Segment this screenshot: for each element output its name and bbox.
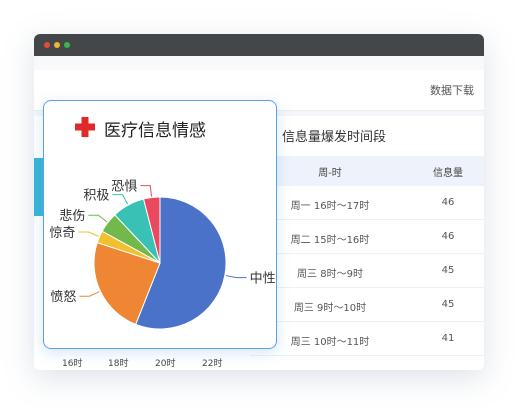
- table-header: 周-时 信息量: [250, 156, 484, 186]
- table-title: 信息量爆发时间段: [282, 130, 387, 145]
- table-row: 周三 8时～9时 45: [250, 254, 484, 288]
- pie-slice-label-3: 悲伤: [59, 208, 85, 224]
- column-header-count[interactable]: 信息量: [418, 164, 478, 179]
- pie-slice-label-0: 中性: [250, 272, 276, 287]
- sentiment-card: 医疗信息情感 中性 愤怒 惊奇 悲伤 积极 恐惧: [43, 100, 277, 349]
- peak-time-table-panel: 信息量爆发时间段 周-时 信息量 周一 16时～17时 46 周二 15时～16…: [250, 116, 484, 370]
- x-axis-tick-label: 22时: [202, 359, 223, 369]
- cell-count: 46: [441, 197, 455, 208]
- close-window-icon[interactable]: [44, 42, 50, 48]
- table-row: 周三 9时～10时 45: [250, 288, 484, 322]
- pie-slice-label-1: 愤怒: [50, 290, 76, 305]
- table-row: 周二 15时～16时 46: [250, 220, 484, 254]
- pie-label-line-2: [78, 231, 99, 237]
- cell-time: 周一 16时～17时: [290, 201, 370, 212]
- cell-count: 46: [441, 231, 455, 242]
- cell-time: 周三 8时～9时: [297, 269, 363, 280]
- pie-slice-label-2: 惊奇: [49, 225, 75, 241]
- pie-label-line-0: [225, 275, 247, 279]
- x-axis-tick-label: 18时: [108, 359, 129, 369]
- x-axis-tick-label: 16时: [62, 359, 83, 369]
- cell-time: 周三 10时～11时: [290, 337, 370, 348]
- cell-count: 41: [441, 333, 455, 344]
- column-header-time[interactable]: 周-时: [270, 164, 390, 179]
- pie-slice-label-5: 恐惧: [111, 179, 137, 195]
- x-axis-tick-label: 20时: [155, 359, 176, 369]
- table-row: 周三 10时～11时 41: [250, 322, 484, 356]
- pie-slice-label-4: 积极: [83, 189, 109, 204]
- cell-count: 45: [441, 299, 455, 310]
- cell-count: 45: [441, 265, 455, 276]
- maximize-window-icon[interactable]: [64, 42, 70, 48]
- pie-label-line-1: [79, 291, 100, 297]
- download-data-link[interactable]: 数据下载: [430, 82, 474, 98]
- pie-label-line-4: [112, 194, 129, 205]
- pie-label-line-5: [140, 185, 153, 197]
- window-titlebar: [34, 34, 484, 56]
- sentiment-pie-chart: 中性愤怒 惊奇悲伤 积极恐惧: [49, 179, 276, 330]
- table-row: 周一 16时～17时 46: [250, 186, 484, 220]
- cell-time: 周二 15时～16时: [290, 235, 370, 246]
- cell-time: 周三 9时～10时: [293, 303, 367, 314]
- minimize-window-icon[interactable]: [54, 42, 60, 48]
- pie-label-line-3: [88, 214, 108, 223]
